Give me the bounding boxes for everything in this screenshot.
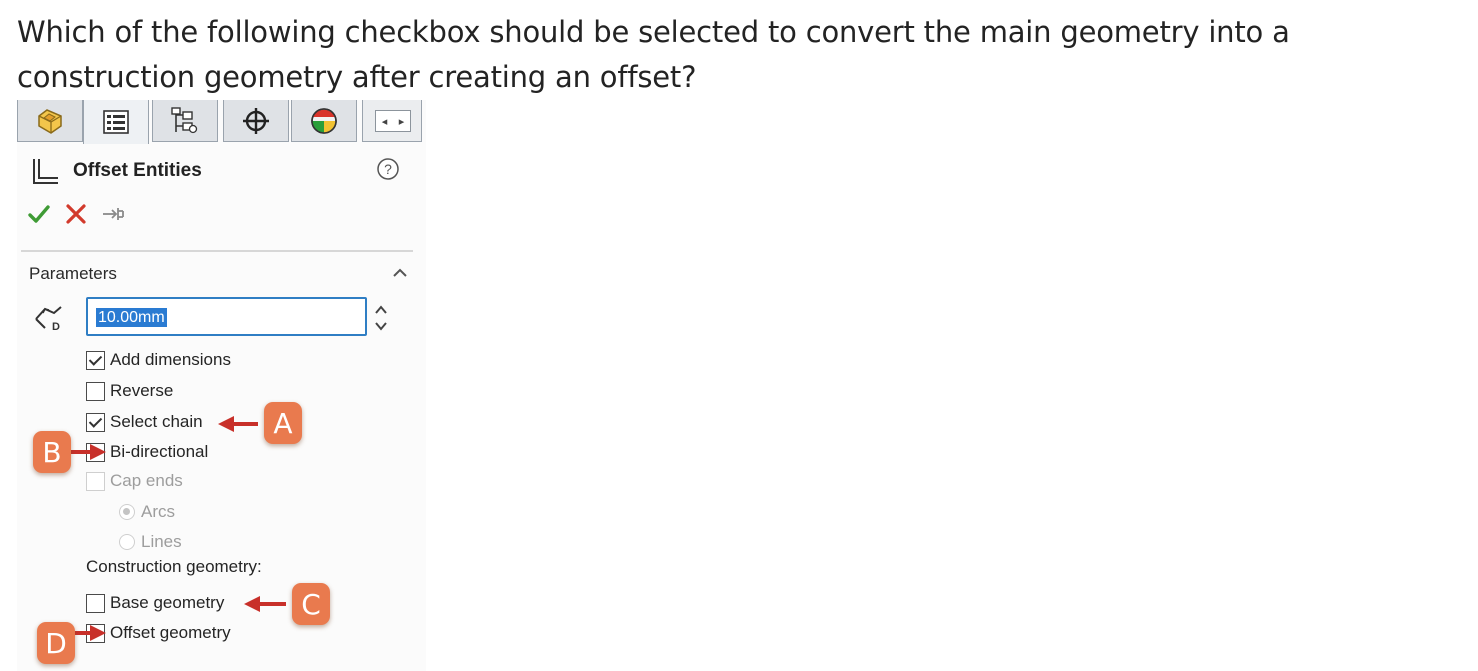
callout-c: C <box>292 583 330 625</box>
arrow-a <box>218 416 258 432</box>
callout-d: D <box>37 622 75 664</box>
callout-b: B <box>33 431 71 473</box>
callout-a: A <box>264 402 302 444</box>
callout-arrows <box>70 416 286 641</box>
arrow-d <box>74 625 106 641</box>
arrow-b <box>70 444 106 460</box>
arrow-c <box>244 596 286 612</box>
